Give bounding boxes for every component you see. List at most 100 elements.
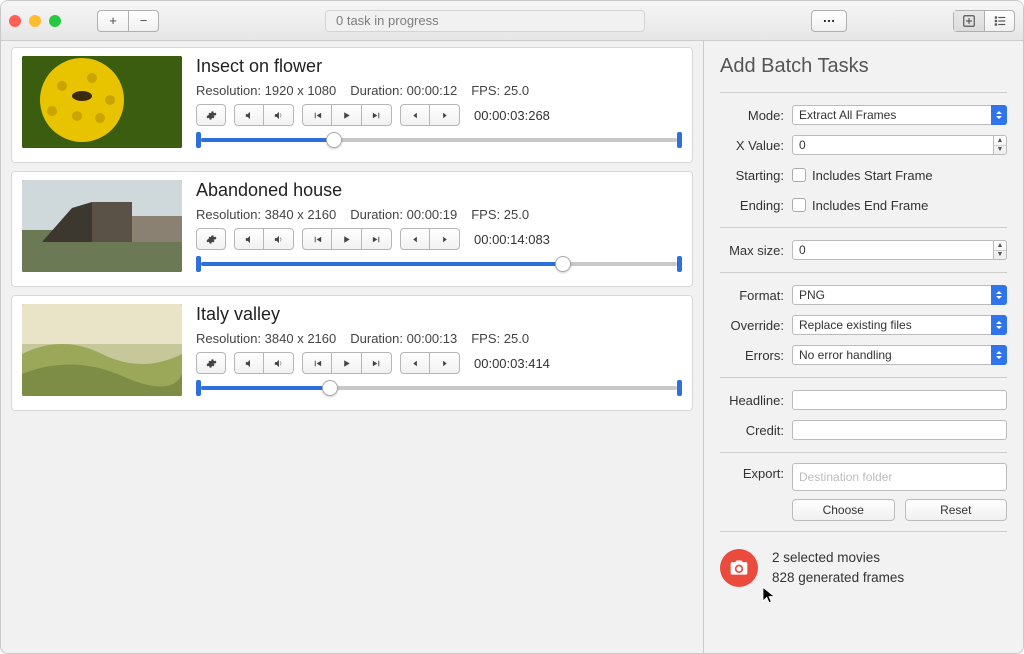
volume-down-button[interactable] — [234, 352, 264, 374]
mode-label: Mode: — [720, 108, 784, 123]
next-frame-button[interactable] — [362, 228, 392, 250]
credit-input[interactable] — [792, 420, 1007, 440]
stepper-buttons[interactable]: ▲▼ — [994, 240, 1007, 260]
remove-item-button[interactable]: − — [128, 11, 158, 31]
start-frame-checkbox[interactable]: Includes Start Frame — [792, 168, 1007, 183]
movie-list-item[interactable]: Abandoned house Resolution: 3840 x 2160 … — [11, 171, 693, 287]
movie-list-item[interactable]: Insect on flower Resolution: 1920 x 1080… — [11, 47, 693, 163]
movie-thumbnail — [22, 304, 182, 396]
max-size-input[interactable] — [792, 240, 994, 260]
divider — [720, 227, 1007, 228]
camera-icon — [729, 558, 749, 578]
checkbox-icon — [792, 198, 806, 212]
item-settings-button[interactable] — [196, 352, 226, 374]
x-value-label: X Value: — [720, 138, 784, 153]
volume-up-button[interactable] — [264, 228, 294, 250]
item-settings-button[interactable] — [196, 228, 226, 250]
divider — [720, 452, 1007, 453]
volume-down-button[interactable] — [234, 104, 264, 126]
window-controls — [9, 15, 69, 27]
divider — [720, 531, 1007, 532]
movie-thumbnail — [22, 180, 182, 272]
minimize-window-icon[interactable] — [29, 15, 41, 27]
ending-label: Ending: — [720, 198, 784, 213]
movie-subtitle: Resolution: 3840 x 2160 Duration: 00:00:… — [196, 331, 682, 346]
play-button[interactable] — [332, 352, 362, 374]
headline-label: Headline: — [720, 393, 784, 408]
mode-select[interactable]: Extract All Frames — [792, 105, 1007, 125]
max-size-label: Max size: — [720, 243, 784, 258]
export-label: Export: — [720, 463, 784, 481]
stepper-buttons[interactable]: ▲▼ — [994, 135, 1007, 155]
x-value-input[interactable] — [792, 135, 994, 155]
movie-title: Insect on flower — [196, 56, 682, 77]
override-label: Override: — [720, 318, 784, 333]
movie-scrubber[interactable] — [196, 132, 682, 148]
x-value-stepper[interactable]: ▲▼ — [792, 135, 1007, 155]
more-options-button[interactable] — [811, 10, 847, 32]
item-settings-button[interactable] — [196, 104, 226, 126]
movie-title: Italy valley — [196, 304, 682, 325]
credit-label: Credit: — [720, 423, 784, 438]
volume-up-button[interactable] — [264, 352, 294, 374]
zoom-window-icon[interactable] — [49, 15, 61, 27]
titlebar: + − 0 task in progress — [1, 1, 1023, 41]
format-label: Format: — [720, 288, 784, 303]
step-back-button[interactable] — [400, 352, 430, 374]
errors-select[interactable]: No error handling — [792, 345, 1007, 365]
headline-input[interactable] — [792, 390, 1007, 410]
movie-scrubber[interactable] — [196, 256, 682, 272]
step-forward-button[interactable] — [430, 104, 460, 126]
max-size-stepper[interactable]: ▲▼ — [792, 240, 1007, 260]
checkbox-icon — [792, 168, 806, 182]
end-frame-checkbox[interactable]: Includes End Frame — [792, 198, 1007, 213]
movie-list: Insect on flower Resolution: 1920 x 1080… — [1, 41, 703, 653]
starting-label: Starting: — [720, 168, 784, 183]
movie-timestamp: 00:00:03:414 — [468, 356, 550, 371]
movie-title: Abandoned house — [196, 180, 682, 201]
batch-panel: Add Batch Tasks Mode: Extract All Frames… — [703, 41, 1023, 653]
export-path-input[interactable] — [792, 463, 1007, 491]
toggle-batch-panel-button[interactable] — [954, 11, 984, 31]
movie-subtitle: Resolution: 3840 x 2160 Duration: 00:00:… — [196, 207, 682, 222]
summary-movies: 2 selected movies — [772, 548, 904, 568]
add-item-button[interactable]: + — [98, 11, 128, 31]
panel-title: Add Batch Tasks — [720, 55, 1007, 78]
close-window-icon[interactable] — [9, 15, 21, 27]
next-frame-button[interactable] — [362, 104, 392, 126]
movie-subtitle: Resolution: 1920 x 1080 Duration: 00:00:… — [196, 83, 682, 98]
play-button[interactable] — [332, 104, 362, 126]
toggle-list-view-button[interactable] — [984, 11, 1014, 31]
step-forward-button[interactable] — [430, 228, 460, 250]
range-end-handle[interactable] — [677, 380, 682, 396]
errors-label: Errors: — [720, 348, 784, 363]
add-remove-segment: + − — [97, 10, 159, 32]
summary-frames: 828 generated frames — [772, 568, 904, 588]
override-select[interactable]: Replace existing files — [792, 315, 1007, 335]
batch-summary: 2 selected movies 828 generated frames — [720, 542, 1007, 587]
choose-folder-button[interactable]: Choose — [792, 499, 895, 521]
step-back-button[interactable] — [400, 228, 430, 250]
volume-up-button[interactable] — [264, 104, 294, 126]
prev-frame-button[interactable] — [302, 228, 332, 250]
prev-frame-button[interactable] — [302, 352, 332, 374]
movie-thumbnail — [22, 56, 182, 148]
volume-down-button[interactable] — [234, 228, 264, 250]
next-frame-button[interactable] — [362, 352, 392, 374]
range-end-handle[interactable] — [677, 132, 682, 148]
run-batch-button[interactable] — [720, 549, 758, 587]
step-forward-button[interactable] — [430, 352, 460, 374]
task-status: 0 task in progress — [325, 10, 645, 32]
panel-toggle-segment — [953, 10, 1015, 32]
prev-frame-button[interactable] — [302, 104, 332, 126]
movie-list-item[interactable]: Italy valley Resolution: 3840 x 2160 Dur… — [11, 295, 693, 411]
divider — [720, 272, 1007, 273]
movie-timestamp: 00:00:14:083 — [468, 232, 550, 247]
range-end-handle[interactable] — [677, 256, 682, 272]
step-back-button[interactable] — [400, 104, 430, 126]
format-select[interactable]: PNG — [792, 285, 1007, 305]
movie-scrubber[interactable] — [196, 380, 682, 396]
reset-button[interactable]: Reset — [905, 499, 1008, 521]
play-button[interactable] — [332, 228, 362, 250]
movie-timestamp: 00:00:03:268 — [468, 108, 550, 123]
